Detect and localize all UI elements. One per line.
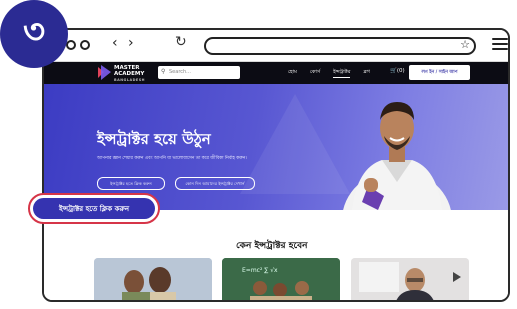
chevron-left-icon[interactable]: ‹	[112, 35, 118, 51]
reload-icon[interactable]: ↻	[175, 34, 187, 50]
cart-count: (0)	[396, 68, 405, 74]
instructor-photo	[343, 102, 451, 210]
browser-window: ‹ › ↻ ☆ MASTER ACADEMY BANGLADESH ⚲ Sear…	[42, 28, 510, 302]
main-menu: হোম কোর্স ইন্সট্রাক্টর ব্লগ	[288, 69, 383, 78]
click-callout[interactable]: ইন্সট্রাক্টর হতে ক্লিক করুন	[28, 193, 160, 224]
window-dot-icon	[80, 40, 90, 50]
hero-subtitle: আপনার জ্ঞান শেয়ার করুন এবং আপনি যা ভালো…	[97, 156, 247, 161]
students-photo	[94, 258, 212, 300]
search-icon: ⚲	[161, 68, 166, 75]
menu-item-instructor[interactable]: ইন্সট্রাক্টর	[333, 69, 351, 78]
feature-card-image	[351, 258, 469, 300]
window-dot-icon	[66, 40, 76, 50]
hero-title: ইন্সট্রাক্টর হয়ে উঠুন	[97, 130, 211, 148]
search-placeholder: Search...	[169, 69, 191, 75]
cart-button[interactable]: 🛒(0)	[390, 68, 405, 74]
cart-icon: 🛒	[390, 68, 397, 74]
menu-item-courses[interactable]: কোর্স	[310, 69, 320, 78]
feature-card-image: E=mc² ∑ √x	[222, 258, 340, 300]
step-number-badge: ৩	[0, 0, 68, 68]
callout-label[interactable]: ইন্সট্রাক্টর হতে ক্লিক করুন	[33, 198, 155, 219]
star-icon[interactable]: ☆	[460, 38, 470, 51]
login-signup-button[interactable]: লগ ইন / সাইন আপ	[409, 65, 470, 80]
tutorial-stage: ৩ ‹ › ↻ ☆ MASTER ACADEMY BANGLADESH ⚲ Se…	[0, 0, 517, 309]
become-instructor-button[interactable]: ইন্সট্রাক্টর হতে ক্লিক করুন	[97, 177, 165, 190]
menu-item-home[interactable]: হোম	[288, 69, 297, 78]
classroom-photo: E=mc² ∑ √x	[222, 258, 340, 300]
section-title: কেন ইন্সট্রাক্টর হবেন	[236, 241, 308, 251]
site-navbar: MASTER ACADEMY BANGLADESH ⚲ Search... হো…	[44, 62, 508, 84]
feature-card-image	[94, 258, 212, 300]
chevron-right-icon[interactable]: ›	[128, 35, 134, 51]
view-instructors-button[interactable]: কোন দিন আমাদের ইন্সট্রাক্টর দেখার্ন	[175, 177, 255, 190]
site-logo[interactable]: MASTER ACADEMY BANGLADESH	[114, 65, 145, 83]
logo-icon	[98, 65, 111, 80]
logo-subtitle: BANGLADESH	[114, 78, 146, 82]
browser-toolbar: ‹ › ↻ ☆	[44, 30, 508, 62]
hamburger-icon[interactable]	[492, 38, 508, 52]
address-bar[interactable]: ☆	[204, 37, 476, 55]
hero-banner: ইন্সট্রাক্টর হয়ে উঠুন আপনার জ্ঞান শেয়া…	[44, 84, 508, 210]
svg-text:E=mc² ∑ √x: E=mc² ∑ √x	[242, 267, 278, 274]
menu-item-blog[interactable]: ব্লগ	[363, 69, 369, 78]
site-search-input[interactable]: ⚲ Search...	[158, 66, 240, 79]
instructor-video-photo	[351, 258, 469, 300]
